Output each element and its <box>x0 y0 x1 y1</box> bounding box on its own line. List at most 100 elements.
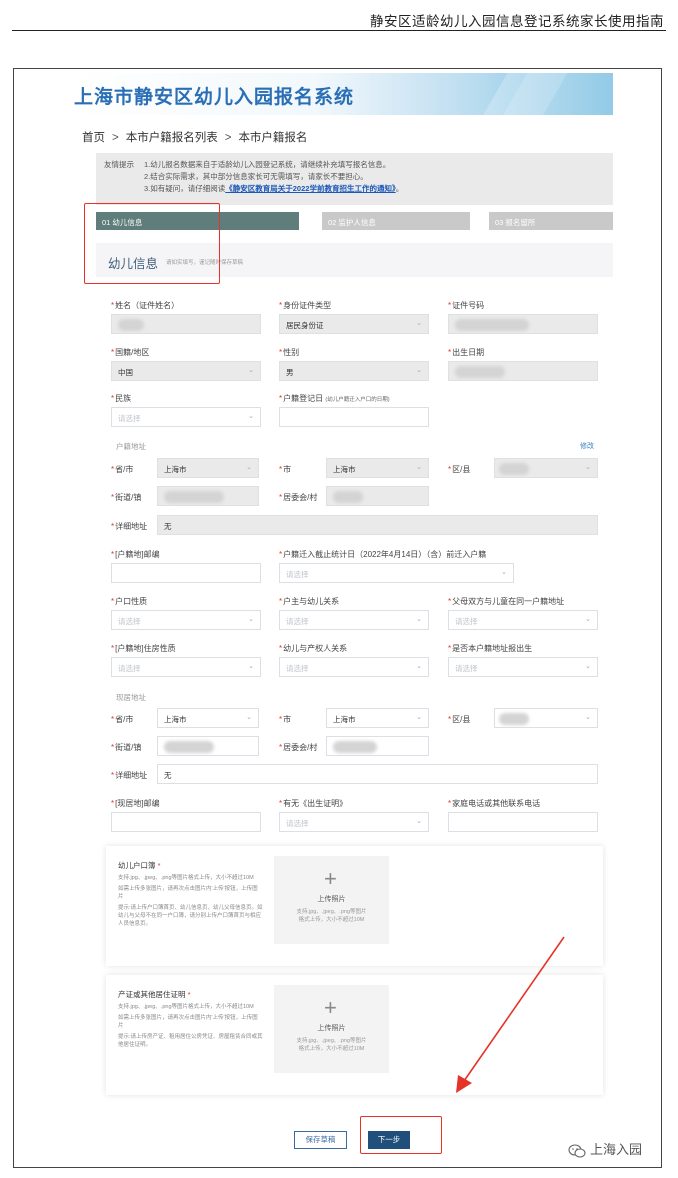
upload-photo-box[interactable]: + 上传照片 支持.jpg、.jpeg、.png等图片格式上传，大小不超过10M <box>274 856 389 944</box>
screenshot-frame: 上海市静安区幼儿入园报名系统 首页 > 本市户籍报名列表 > 本市户籍报名 友情提示 1… <box>13 68 662 1168</box>
ethnic-select[interactable]: 请选择 ⌄ <box>111 407 261 427</box>
parents-same-label: *父母双方与儿童在同一户籍地址 <box>448 597 565 606</box>
plus-icon: + <box>324 866 337 891</box>
housing-nature-select[interactable]: 请选择 ⌄ <box>111 657 261 677</box>
hukou-nature-select[interactable]: 请选择 ⌄ <box>111 610 261 630</box>
upload-hint: 支持.jpg、.jpeg、.png等图片格式上传，大小不超过10M <box>296 1038 367 1052</box>
cur-street-label: *街道/镇 <box>111 743 142 752</box>
gender-select[interactable]: 男 ⌄ <box>279 361 429 381</box>
chevron-down-icon: ⌄ <box>246 464 252 471</box>
hukou-date-field[interactable] <box>279 407 429 427</box>
chevron-down-icon: ⌄ <box>248 663 254 670</box>
birth-label: *出生日期 <box>448 348 485 357</box>
step-registration[interactable]: 03 报名留所 <box>489 212 613 230</box>
plus-icon: + <box>324 995 337 1020</box>
wechat-icon <box>568 1144 586 1158</box>
upload-photo-label: 上传照片 <box>317 896 346 903</box>
upload-photo-box[interactable]: + 上传照片 支持.jpg、.jpeg、.png等图片格式上传，大小不超过10M <box>274 985 389 1073</box>
hukou-address-group-label: 户籍地址 <box>116 442 146 451</box>
chevron-down-icon: ⌄ <box>248 616 254 623</box>
hukou-postcode-field[interactable] <box>111 563 261 583</box>
step-guardian-info[interactable]: 02 监护人信息 <box>322 212 470 230</box>
chevron-down-icon: ⌄ <box>585 464 591 471</box>
hukou-committee-field[interactable] <box>326 486 429 506</box>
chevron-right-icon: > <box>112 132 119 144</box>
migrate-label: *户籍迁入截止统计日（2022年4月14日）（含）前迁入户籍 <box>279 550 487 559</box>
hukou-street-field[interactable] <box>157 486 259 506</box>
chevron-right-icon: > <box>224 132 232 144</box>
save-draft-button[interactable]: 保存草稿 <box>294 1131 347 1149</box>
chevron-down-icon: ⌄ <box>248 413 254 420</box>
ethnic-label: *民族 <box>111 394 132 403</box>
province-label: *省/市 <box>111 465 134 474</box>
system-banner: 上海市静安区幼儿入园报名系统 <box>72 73 613 115</box>
hukou-province-select[interactable]: 上海市 ⌄ <box>157 458 259 478</box>
current-street-field[interactable] <box>157 736 259 756</box>
id-type-label: *身份证件类型 <box>279 301 332 310</box>
cur-postcode-label: *[现居地]邮编 <box>111 799 160 808</box>
header-divider <box>12 30 666 31</box>
breadcrumb-list[interactable]: 本市户籍报名列表 <box>126 132 218 144</box>
chevron-down-icon: ⌄ <box>585 616 591 623</box>
current-address-group-label: 现居地址 <box>116 693 146 702</box>
edit-link[interactable]: 修改 <box>580 441 594 451</box>
parents-same-select[interactable]: 请选择 ⌄ <box>448 610 598 630</box>
current-committee-field[interactable] <box>326 736 429 756</box>
current-province-select[interactable]: 上海市 ⌄ <box>157 708 259 728</box>
document-header: 静安区适龄幼儿入园信息登记系统家长使用指南 <box>0 0 678 34</box>
id-type-select[interactable]: 居民身份证 ⌄ <box>279 314 429 334</box>
phone-field[interactable] <box>448 812 598 832</box>
chevron-down-icon: ⌄ <box>416 663 422 670</box>
notice-link[interactable]: 《静安区教育局关于2022学前教育招生工作的通知》 <box>225 184 395 193</box>
migrate-select[interactable]: 请选择 ⌄ <box>279 563 514 583</box>
chevron-down-icon: ⌄ <box>248 367 254 374</box>
chevron-down-icon: ⌄ <box>416 320 422 327</box>
birth-date-field[interactable] <box>448 361 598 381</box>
upload-title: 产证或其他居住证明 * <box>118 990 191 999</box>
chevron-down-icon: ⌄ <box>246 714 252 721</box>
current-district-select[interactable]: ⌄ <box>494 708 598 728</box>
cur-district-label: *区/县 <box>448 715 471 724</box>
chevron-down-icon: ⌄ <box>585 714 591 721</box>
hukou-detail-field[interactable]: 无 <box>157 515 598 535</box>
property-rel-select[interactable]: 请选择 ⌄ <box>279 657 429 677</box>
current-postcode-field[interactable] <box>111 812 261 832</box>
cur-province-label: *省/市 <box>111 715 134 724</box>
cur-detail-label: *详细地址 <box>111 771 148 780</box>
id-number-field[interactable] <box>448 314 598 334</box>
breadcrumb-current: 本市户籍报名 <box>238 132 308 144</box>
breadcrumb: 首页 > 本市户籍报名列表 > 本市户籍报名 <box>82 129 307 145</box>
chevron-down-icon: ⌄ <box>416 714 422 721</box>
householder-select[interactable]: 请选择 ⌄ <box>279 610 429 630</box>
current-city-select[interactable]: 上海市 ⌄ <box>326 708 429 728</box>
district-label: *区/县 <box>448 465 471 474</box>
chevron-down-icon: ⌄ <box>501 569 507 576</box>
hukou-district-select[interactable]: ⌄ <box>494 458 598 478</box>
breadcrumb-home[interactable]: 首页 <box>82 132 105 144</box>
tips-label: 友情提示 <box>104 160 134 169</box>
upload-title: 幼儿户口簿 * <box>118 861 161 870</box>
tips-panel: 友情提示 1.幼儿报名数据来自于适龄幼儿入园登记系统，请继续补充填写报名信息。 … <box>96 153 613 205</box>
name-field[interactable] <box>111 314 261 334</box>
born-here-select[interactable]: 请选择 ⌄ <box>448 657 598 677</box>
housing-nature-label: *[户籍地]住房性质 <box>111 644 176 653</box>
upload-description: 支持.jpg、.jpeg、.png等图片格式上传，大小不超过10M 如需上传多张… <box>118 1004 263 1048</box>
detail-label: *详细地址 <box>111 522 148 531</box>
upload-photo-label: 上传照片 <box>317 1025 346 1032</box>
property-rel-label: *幼儿与产权人关系 <box>279 644 348 653</box>
hukou-city-select[interactable]: 上海市 ⌄ <box>326 458 429 478</box>
highlight-box-step <box>84 203 220 284</box>
form-footer: 保存草稿 下一步 <box>96 1114 613 1167</box>
hukou-date-label: *户籍登记日 (幼儿户籍迁入户口的日期) <box>279 394 390 403</box>
tip-line-3: 3.如有疑问，请仔细阅读《静安区教育局关于2022学前教育招生工作的通知》。 <box>144 184 404 193</box>
upload-hint: 支持.jpg、.jpeg、.png等图片格式上传，大小不超过10M <box>296 909 367 923</box>
city-label: *市 <box>279 465 292 474</box>
nation-select[interactable]: 中国 ⌄ <box>111 361 261 381</box>
upload-description: 支持.jpg、.jpeg、.png等图片格式上传，大小不超过10M 如需上传多张… <box>118 875 263 927</box>
birth-cert-select[interactable]: 请选择 ⌄ <box>279 812 429 832</box>
tip-line-2: 2.结合实际需求，其中部分信息家长可无需填写，请家长不要担心。 <box>144 172 368 181</box>
chevron-down-icon: ⌄ <box>416 367 422 374</box>
birth-cert-label: *有无《出生证明》 <box>279 799 348 808</box>
current-detail-field[interactable]: 无 <box>157 764 598 784</box>
hukou-postcode-label: *[户籍地]邮编 <box>111 550 160 559</box>
